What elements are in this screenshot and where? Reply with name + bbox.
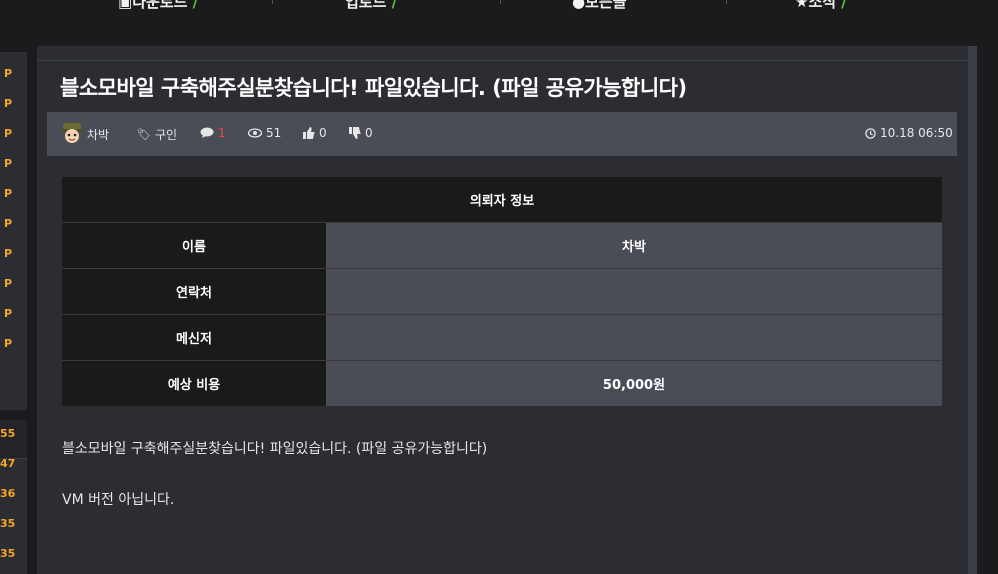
nav-item-upload[interactable]: 업로드 /: [345, 0, 397, 12]
point-marker: P: [4, 157, 13, 170]
table-row: 이름 차박: [62, 222, 942, 269]
row-value: 50,000원: [326, 360, 942, 406]
nav-separator: [726, 0, 727, 4]
stat-number: 55: [0, 427, 16, 440]
point-marker: P: [4, 337, 13, 350]
point-marker: P: [4, 67, 13, 80]
eye-icon: [248, 128, 262, 138]
post-title: 블소모바일 구축해주실분찾습니다! 파일있습니다. (파일 공유가능합니다): [60, 76, 687, 100]
tag-icon: 🏷: [137, 128, 151, 141]
post-category[interactable]: 🏷 구인: [137, 126, 177, 143]
post-comments[interactable]: 1: [200, 126, 226, 140]
star-icon: ★: [795, 0, 809, 11]
post-dislikes[interactable]: 0: [349, 126, 373, 140]
download-icon: ▣: [118, 0, 133, 11]
post-likes[interactable]: 0: [303, 126, 327, 140]
clock-icon: [865, 127, 876, 139]
table-row: 메신저: [62, 314, 942, 361]
requester-info-table: 의뢰자 정보 이름 차박 연락처 메신저 예상 비용 50,000원: [62, 177, 942, 406]
table-row: 예상 비용 50,000원: [62, 360, 942, 406]
nav-separator: [500, 0, 501, 4]
post-body-line: VM 버전 아닙니다.: [62, 492, 175, 508]
nav-item-news[interactable]: ★소식 /: [795, 0, 847, 12]
stat-number: 36: [0, 487, 16, 500]
point-marker: P: [4, 187, 13, 200]
top-navigation: ▣다운로드 / 업로드 / ●모든글 ★소식 /: [0, 0, 998, 14]
nav-separator: [272, 0, 273, 4]
point-marker: P: [4, 277, 13, 290]
right-scroll-strip: [968, 46, 977, 574]
row-label: 메신저: [62, 314, 326, 361]
post-datetime: 10.18 06:50: [865, 126, 953, 140]
nav-item-download[interactable]: ▣다운로드 /: [118, 0, 198, 12]
table-row: 연락처: [62, 268, 942, 315]
post-views: 51: [248, 126, 281, 140]
thumbs-down-icon: [349, 127, 361, 139]
thumbs-up-icon: [303, 127, 315, 139]
row-label: 예상 비용: [62, 360, 326, 406]
post-meta-bar: 차박 🏷 구인 1 51 0 0 10.18 06:50: [47, 112, 957, 156]
point-marker: P: [4, 97, 13, 110]
stat-number: 35: [0, 547, 16, 560]
circle-icon: ●: [572, 0, 586, 11]
panel-divider: [37, 60, 968, 61]
point-marker: P: [4, 217, 13, 230]
left-sidebar: P P P P P P P P P P 55 47 36 35 35: [0, 46, 27, 574]
comment-icon: [200, 127, 214, 138]
point-marker: P: [4, 247, 13, 260]
point-marker: P: [4, 127, 13, 140]
row-value: [326, 314, 942, 361]
requester-info-header: 의뢰자 정보: [62, 177, 942, 223]
row-value: 차박: [326, 222, 942, 269]
stat-number: 47: [0, 457, 16, 470]
point-marker: P: [4, 307, 13, 320]
post-author[interactable]: 차박: [87, 126, 109, 143]
author-avatar[interactable]: [61, 121, 83, 145]
stat-number: 35: [0, 517, 16, 530]
row-label: 연락처: [62, 268, 326, 315]
post-body-line: 블소모바일 구축해주실분찾습니다! 파일있습니다. (파일 공유가능합니다): [62, 441, 488, 457]
nav-item-all[interactable]: ●모든글: [572, 0, 627, 12]
row-label: 이름: [62, 222, 326, 269]
row-value: [326, 268, 942, 315]
